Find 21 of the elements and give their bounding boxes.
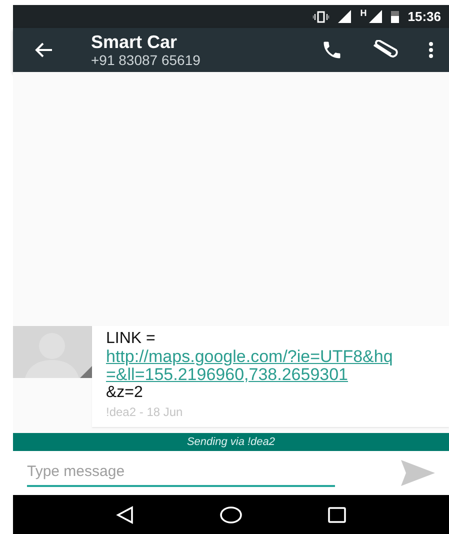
contact-name: Smart Car xyxy=(91,32,178,52)
sending-banner: Sending via !dea2 xyxy=(13,433,449,451)
message-text: LINK = xyxy=(106,330,156,348)
map-link[interactable]: http://maps.google.com/?ie=UTF8&hq=&ll=155.2196960,738.2659301 xyxy=(106,348,398,384)
clock: 15:36 xyxy=(408,9,441,24)
avatar-icon xyxy=(13,326,92,378)
signal-icon xyxy=(368,10,382,23)
signal-icon xyxy=(338,10,352,23)
battery-icon xyxy=(390,10,399,23)
paperclip-icon[interactable] xyxy=(371,40,401,60)
phone-icon[interactable] xyxy=(321,39,343,61)
home-icon[interactable] xyxy=(220,506,242,524)
back-icon[interactable] xyxy=(35,42,53,58)
back-icon[interactable] xyxy=(116,506,134,524)
more-icon[interactable] xyxy=(429,42,433,58)
recents-icon[interactable] xyxy=(328,506,346,522)
contact-number: +91 83087 65619 xyxy=(91,52,202,68)
message-text: &z=2 xyxy=(106,384,144,402)
vibrate-icon xyxy=(313,10,330,22)
message-meta: !dea2 - 18 Jun xyxy=(106,405,184,419)
network-type: H xyxy=(360,8,367,18)
